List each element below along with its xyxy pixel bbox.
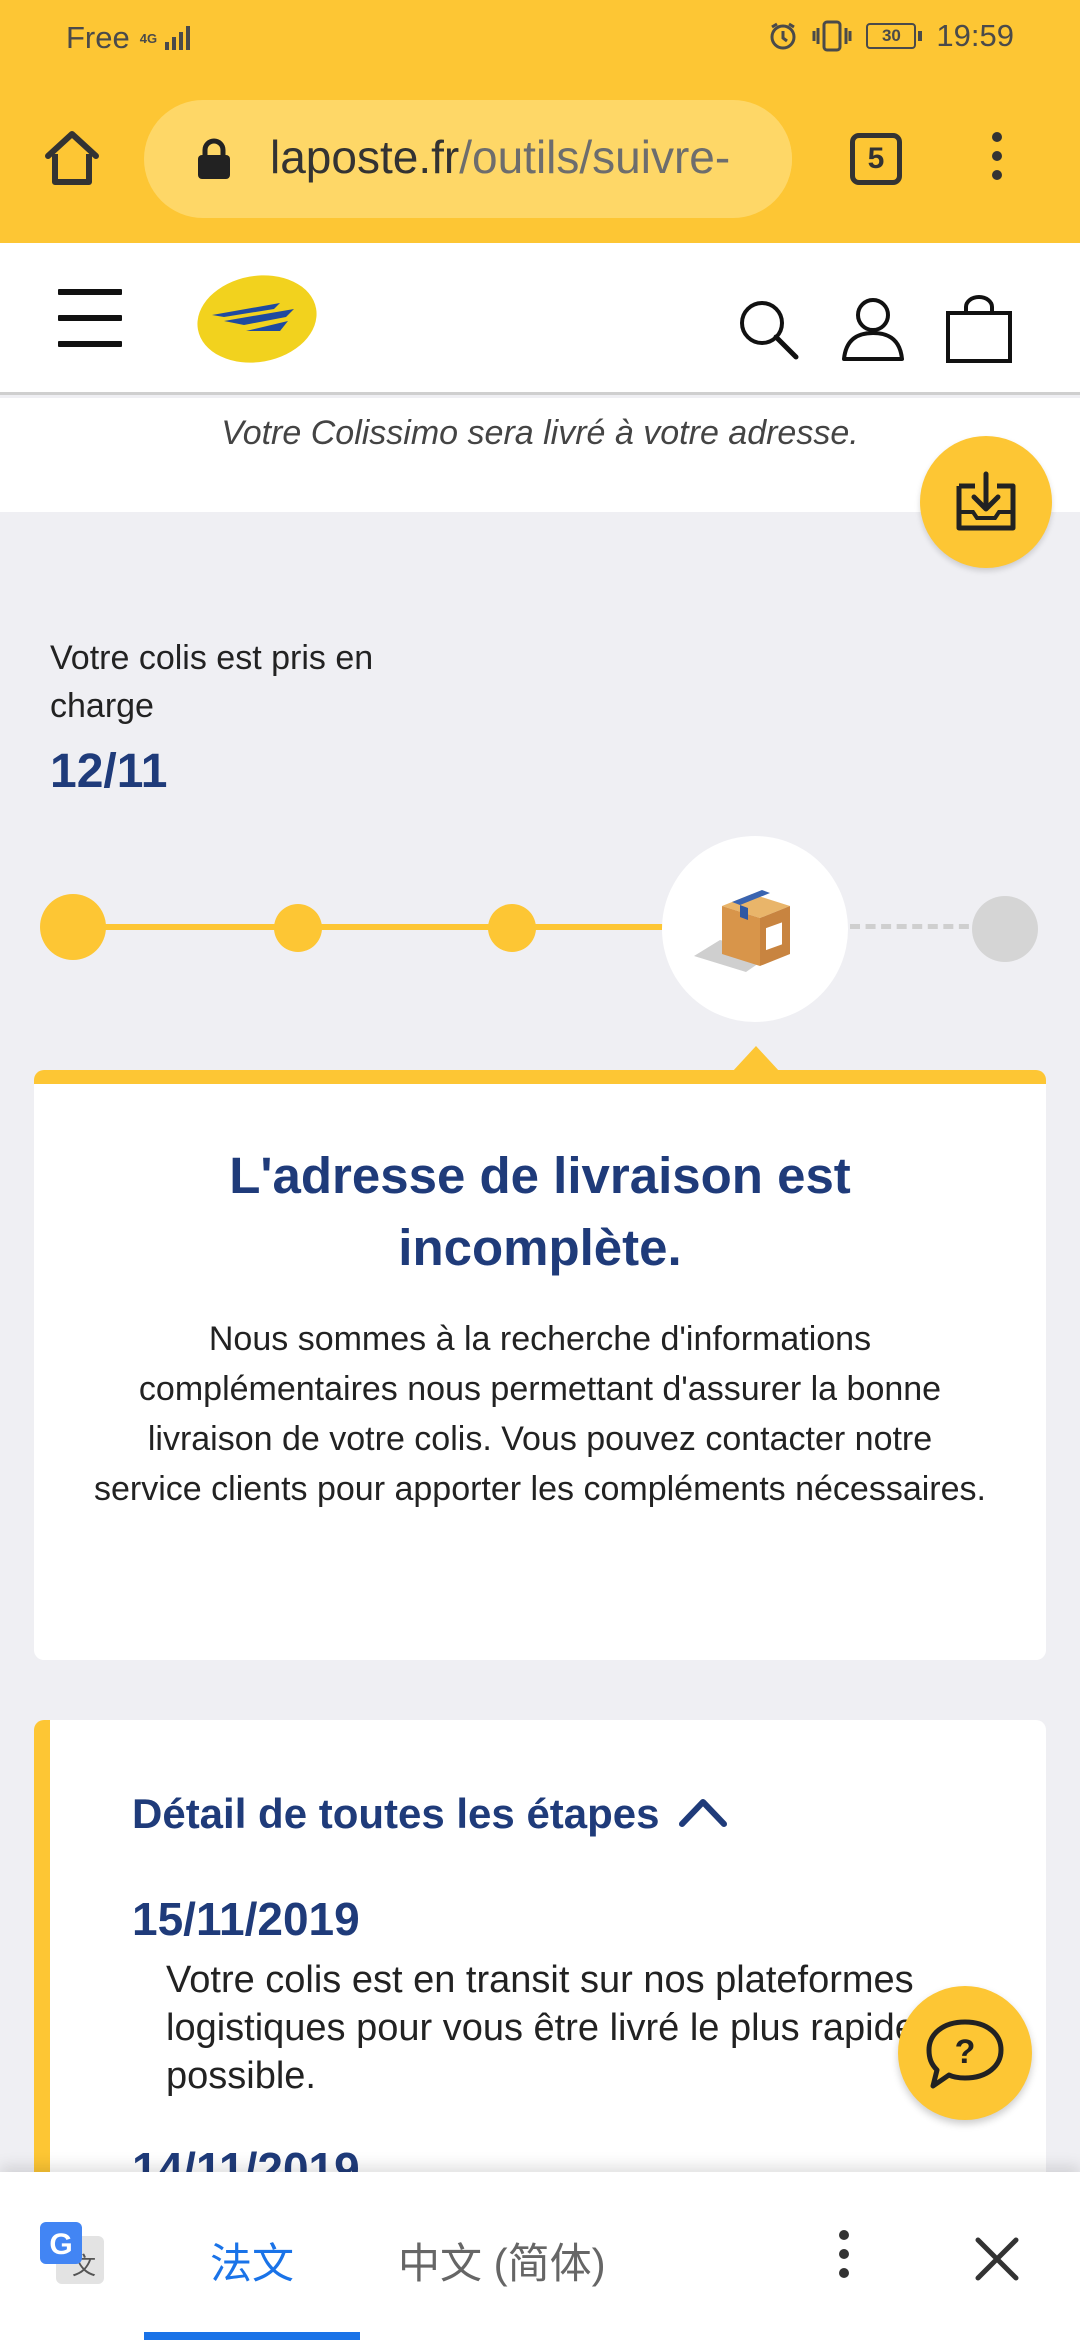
chevron-up-icon[interactable] (678, 1792, 728, 1832)
step-event-date: 15/11/2019 (132, 1893, 360, 1945)
message-card-pointer (732, 1046, 780, 1072)
active-tab-indicator (144, 2332, 360, 2340)
battery-level: 30 (866, 23, 917, 49)
hamburger-icon[interactable] (58, 289, 122, 347)
google-translate-icon: 文 G (40, 2222, 104, 2284)
search-icon[interactable] (734, 293, 804, 363)
help-chat-icon: ? (926, 2019, 1004, 2089)
message-body: Nous sommes à la recherche d'information… (94, 1320, 986, 1508)
progress-line-done (72, 924, 692, 930)
progress-step-2 (274, 904, 322, 952)
message-title: L'adresse de livraison est incomplète. (229, 1147, 851, 1276)
download-icon (956, 471, 1016, 531)
status-bar: Free 4G 30 19:59 (0, 0, 1080, 76)
laposte-logo[interactable] (194, 273, 320, 365)
tab-source-language[interactable]: 法文 (210, 2230, 294, 2291)
alarm-icon (770, 22, 796, 50)
delivery-note: Votre Colissimo sera livré à votre adres… (0, 398, 1080, 512)
signal-icon (165, 26, 191, 50)
site-header (0, 243, 1080, 395)
tab-target-language[interactable]: 中文 (简体) (398, 2230, 606, 2291)
lock-icon (198, 138, 230, 179)
menu-dots-icon[interactable] (982, 132, 1012, 188)
carrier-label: Free (66, 20, 130, 55)
tab-switcher-button[interactable]: 5 (850, 133, 902, 185)
delivery-note-text: Votre Colissimo sera livré à votre adres… (221, 414, 859, 452)
step-event-text: Votre colis est en transit sur nos plate… (166, 1959, 1001, 2097)
download-button[interactable] (920, 436, 1052, 568)
package-icon (694, 890, 790, 972)
svg-text:?: ? (955, 2033, 976, 2071)
clock: 19:59 (936, 18, 1014, 53)
vibrate-icon (812, 20, 852, 52)
close-icon[interactable] (972, 2234, 1022, 2284)
tracking-progress (0, 830, 1080, 1030)
url-domain: laposte.fr (270, 131, 460, 183)
help-chat-button[interactable]: ? (898, 1986, 1032, 2120)
network-type: 4G (139, 30, 158, 46)
home-icon[interactable] (40, 126, 104, 190)
tracking-status-date: 12/11 (50, 745, 168, 798)
cart-icon[interactable] (944, 293, 1014, 363)
translate-bar: 文 G 法文 中文 (简体) (0, 2172, 1080, 2340)
progress-step-5 (972, 896, 1038, 962)
svg-text:G: G (49, 2228, 72, 2261)
url-text: laposte.fr/outils/suivre- (270, 130, 730, 184)
account-icon[interactable] (838, 293, 908, 363)
progress-step-3 (488, 904, 536, 952)
url-path: /outils/suivre- (459, 131, 731, 183)
tracking-status-label: Votre colis est pris en charge (50, 639, 374, 725)
progress-step-current (662, 836, 848, 1022)
progress-step-1 (40, 894, 106, 960)
url-bar[interactable]: laposte.fr/outils/suivre- (144, 100, 792, 218)
battery-icon: 30 (866, 23, 923, 49)
steps-detail-toggle[interactable]: Détail de toutes les étapes (132, 1790, 660, 1838)
browser-chrome: Free 4G 30 19:59 laposte.fr/outils/suivr… (0, 0, 1080, 243)
translate-menu-icon[interactable] (834, 2230, 854, 2290)
message-card: L'adresse de livraison est incomplète. N… (34, 1070, 1046, 1660)
